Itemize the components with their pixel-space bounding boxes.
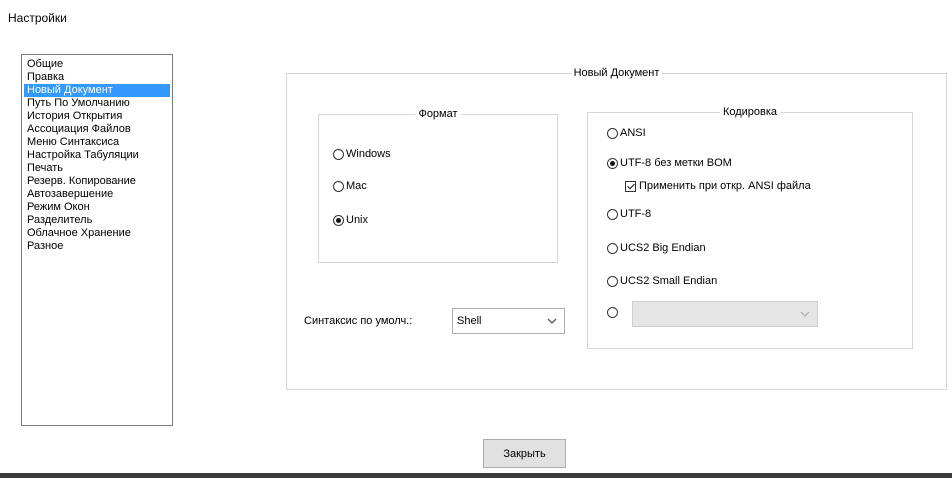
settings-category-list[interactable]: Общие Правка Новый Документ Путь По Умол… bbox=[21, 54, 173, 426]
format-windows-radio[interactable]: Windows bbox=[333, 146, 391, 162]
sidebar-item-multi-instance[interactable]: Режим Окон bbox=[24, 201, 170, 214]
sidebar-item-cloud[interactable]: Облачное Хранение bbox=[24, 227, 170, 240]
chevron-down-icon bbox=[800, 311, 810, 317]
window-bottom-edge bbox=[0, 473, 952, 478]
radio-indicator[interactable] bbox=[607, 127, 618, 139]
radio-indicator[interactable] bbox=[607, 306, 618, 318]
radio-indicator[interactable] bbox=[607, 242, 618, 254]
encoding-utf8-radio[interactable]: UTF-8 bbox=[607, 206, 651, 222]
encoding-other-radio[interactable] bbox=[607, 304, 620, 320]
chevron-down-icon bbox=[547, 318, 557, 324]
sidebar-item-recent-history[interactable]: История Открытия bbox=[24, 110, 170, 123]
sidebar-item-new-document[interactable]: Новый Документ bbox=[24, 84, 170, 97]
default-syntax-value: Shell bbox=[457, 315, 482, 327]
radio-indicator-checked[interactable] bbox=[333, 214, 344, 226]
apply-to-ansi-checkbox[interactable]: Применить при откр. ANSI файла bbox=[625, 178, 811, 194]
encoding-ansi-radio[interactable]: ANSI bbox=[607, 125, 646, 141]
sidebar-item-backup[interactable]: Резерв. Копирование bbox=[24, 175, 170, 188]
sidebar-item-file-association[interactable]: Ассоциация Файлов bbox=[24, 123, 170, 136]
format-mac-label: Mac bbox=[346, 180, 367, 192]
encoding-utf8-label: UTF-8 bbox=[620, 208, 652, 220]
format-unix-radio[interactable]: Unix bbox=[333, 212, 368, 228]
sidebar-item-autocompletion[interactable]: Автозавершение bbox=[24, 188, 170, 201]
sidebar-item-misc[interactable]: Разное bbox=[24, 240, 170, 253]
sidebar-item-syntax-menu[interactable]: Меню Синтаксиса bbox=[24, 136, 170, 149]
encoding-utf8-nobom-radio[interactable]: UTF-8 без метки BOM bbox=[607, 155, 732, 171]
default-syntax-label: Синтаксис по умолч.: bbox=[304, 315, 413, 327]
radio-indicator[interactable] bbox=[607, 208, 618, 220]
encoding-ucs2-be-radio[interactable]: UCS2 Big Endian bbox=[607, 240, 706, 256]
sidebar-item-print[interactable]: Печать bbox=[24, 162, 170, 175]
default-syntax-combo[interactable]: Shell bbox=[452, 308, 565, 334]
sidebar-item-general[interactable]: Общие bbox=[24, 58, 170, 71]
encoding-utf8-nobom-label: UTF-8 без метки BOM bbox=[620, 157, 732, 169]
encoding-group-title: Кодировка bbox=[719, 106, 781, 118]
radio-indicator[interactable] bbox=[333, 180, 344, 192]
encoding-ucs2-le-radio[interactable]: UCS2 Small Endian bbox=[607, 273, 717, 289]
format-group-title: Формат bbox=[415, 108, 461, 120]
other-encoding-combo[interactable] bbox=[632, 301, 818, 327]
sidebar-item-tab-settings[interactable]: Настройка Табуляции bbox=[24, 149, 170, 162]
format-mac-radio[interactable]: Mac bbox=[333, 178, 367, 194]
close-button[interactable]: Закрыть bbox=[483, 439, 566, 468]
radio-indicator-checked[interactable] bbox=[607, 157, 618, 169]
window-title: Настройки bbox=[8, 11, 67, 25]
format-unix-label: Unix bbox=[346, 214, 369, 226]
encoding-ucs2-le-label: UCS2 Small Endian bbox=[620, 275, 718, 287]
format-windows-label: Windows bbox=[346, 148, 391, 160]
encoding-ansi-label: ANSI bbox=[620, 127, 646, 139]
sidebar-item-delimiter[interactable]: Разделитель bbox=[24, 214, 170, 227]
radio-indicator[interactable] bbox=[333, 148, 344, 160]
sidebar-item-default-path[interactable]: Путь По Умолчанию bbox=[24, 97, 170, 110]
new-document-group-title: Новый Документ bbox=[570, 67, 663, 79]
radio-indicator[interactable] bbox=[607, 275, 618, 287]
sidebar-item-edit[interactable]: Правка bbox=[24, 71, 170, 84]
encoding-ucs2-be-label: UCS2 Big Endian bbox=[620, 242, 706, 254]
apply-to-ansi-label: Применить при откр. ANSI файла bbox=[639, 180, 811, 192]
checkbox-indicator-checked[interactable] bbox=[625, 180, 636, 192]
